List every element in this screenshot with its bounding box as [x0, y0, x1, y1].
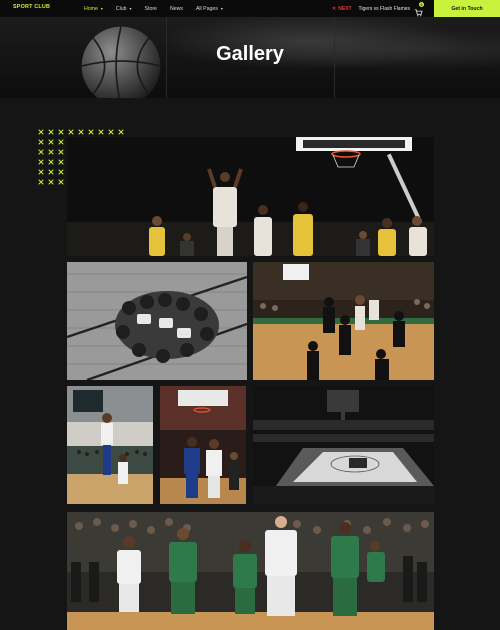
get-in-touch-button[interactable]: Get in Touch [434, 0, 500, 17]
next-match-teams: Tigers vs Flash Flames [358, 5, 411, 12]
photo-empty-arena [253, 386, 434, 504]
gallery-photo-6[interactable] [253, 386, 434, 504]
page-title: Gallery [216, 43, 284, 65]
cart-count-badge: 0 [419, 2, 424, 7]
site-logo[interactable]: SPORT CLUB [13, 4, 50, 10]
photo-rebound [253, 262, 434, 380]
photo-dribble-drive [160, 386, 246, 504]
photo-free-throw-action [67, 137, 434, 256]
next-match-label: ✕ NEXT [332, 6, 352, 12]
nav-item-label: Store [144, 5, 157, 12]
nav-item-label: News [169, 5, 183, 12]
gallery-photo-7[interactable] [67, 512, 434, 630]
cart-button[interactable]: 0 [414, 2, 424, 17]
photo-free-throw-crowd [67, 512, 434, 630]
chevron-down-icon: ▾ [220, 6, 223, 11]
close-x-icon: ✕ [332, 5, 337, 12]
page-hero: Gallery [0, 17, 500, 98]
gallery-photo-1[interactable] [67, 137, 434, 256]
nav-item-store[interactable]: Store [145, 6, 157, 12]
nav-item-label: All Pages [195, 5, 218, 12]
next-label-text: NEXT [338, 5, 352, 12]
photo-team-huddle [67, 262, 247, 380]
gallery-photo-2[interactable] [67, 262, 247, 380]
chevron-down-icon: ▾ [129, 6, 132, 11]
main-nav: Home ▾ Club ▾ Store News All Pages ▾ [84, 0, 236, 17]
nav-item-home[interactable]: Home ▾ [84, 6, 103, 12]
nav-item-news[interactable]: News [170, 6, 183, 12]
photo-layup [67, 386, 153, 504]
nav-item-label: Home [84, 5, 98, 12]
cart-icon [414, 9, 423, 17]
gallery-photo-3[interactable] [253, 262, 434, 380]
next-match-ticker[interactable]: ✕ NEXT Tigers vs Flash Flames [332, 0, 410, 17]
nav-item-club[interactable]: Club ▾ [116, 6, 132, 12]
top-navbar: SPORT CLUB Home ▾ Club ▾ Store News All … [0, 0, 500, 17]
nav-item-label: Club [115, 5, 127, 12]
chevron-down-icon: ▾ [100, 6, 103, 11]
gallery-photo-5[interactable] [160, 386, 246, 504]
gallery-photo-4[interactable] [67, 386, 153, 504]
nav-item-all-pages[interactable]: All Pages ▾ [196, 6, 223, 12]
